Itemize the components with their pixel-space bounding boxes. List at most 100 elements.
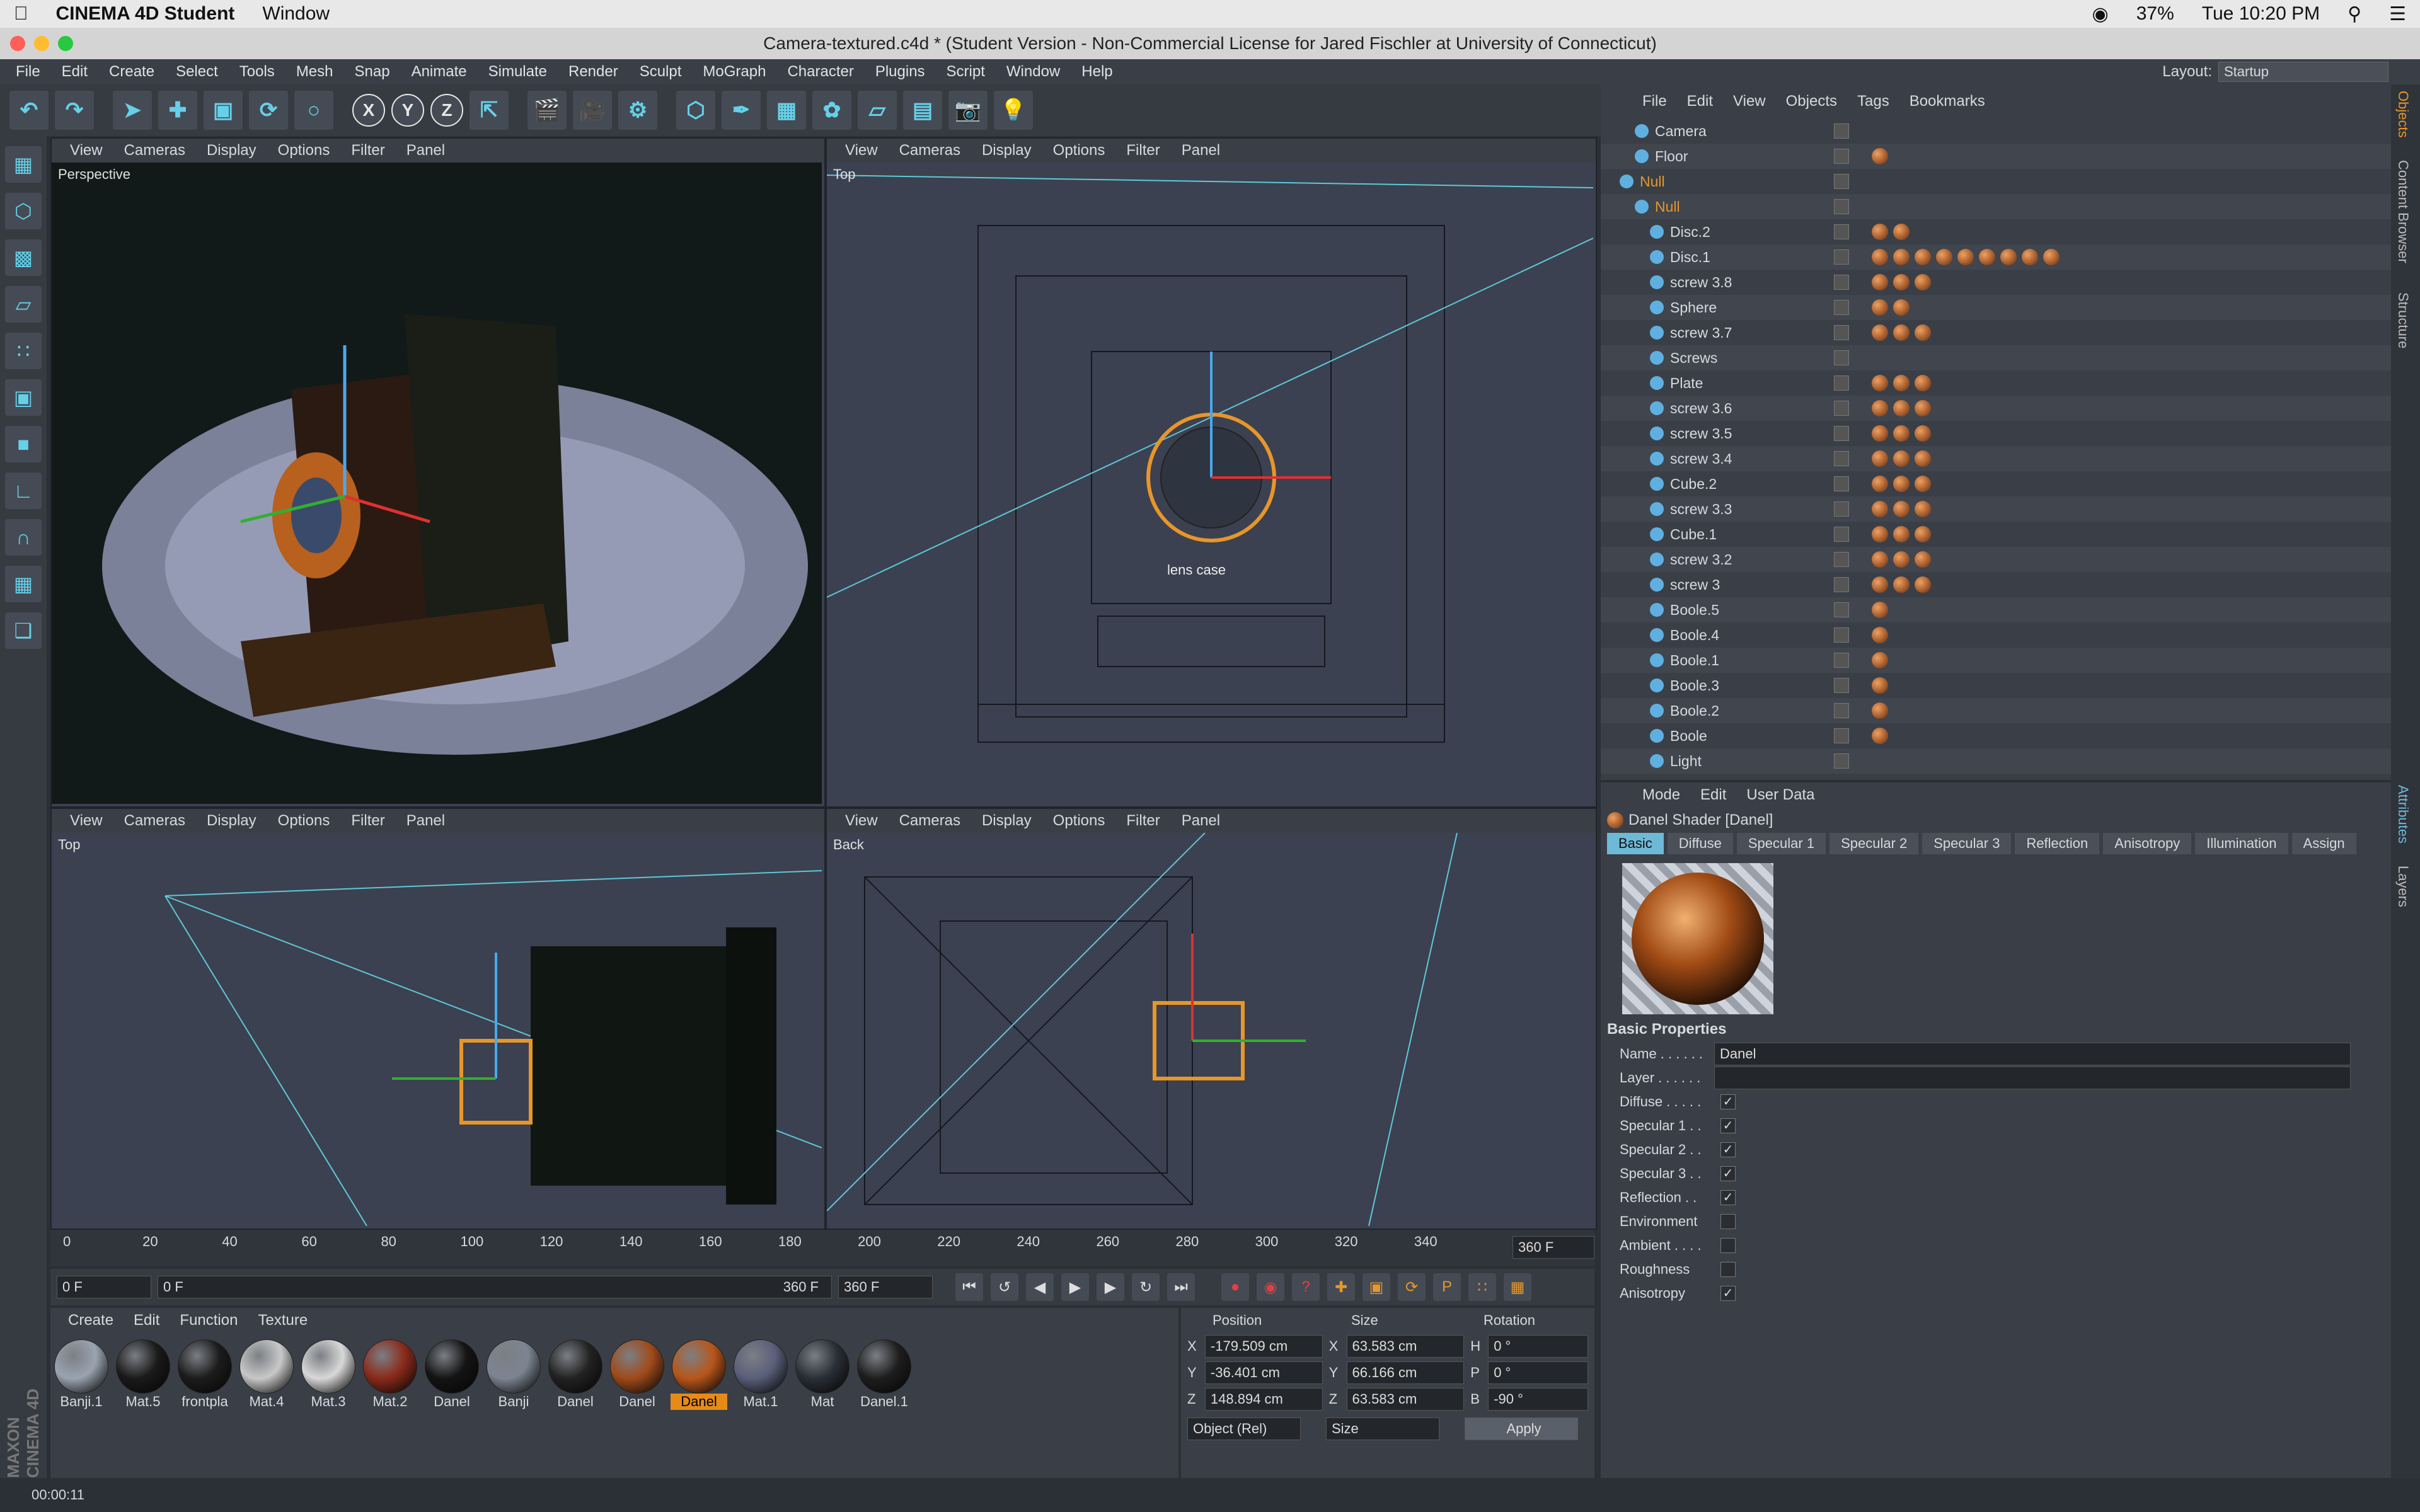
axis-y-button[interactable]: Y <box>391 94 424 127</box>
layout-select[interactable]: Startup <box>2218 62 2388 82</box>
material-tag-icon[interactable] <box>1893 324 1910 341</box>
vp-menu-display[interactable]: Display <box>196 812 267 830</box>
magnet-icon[interactable]: ∩ <box>5 519 42 556</box>
object-row[interactable]: Camera <box>1601 118 2391 144</box>
channel-checkbox[interactable]: ✓ <box>1720 1166 1736 1181</box>
menu-file[interactable]: File <box>5 63 51 81</box>
rotate-icon[interactable]: ⟳ <box>249 91 288 130</box>
coord-size-select[interactable]: Size <box>1326 1418 1439 1440</box>
object-row[interactable]: Boole.3 <box>1601 673 2391 698</box>
vp-menu-cameras[interactable]: Cameras <box>889 142 971 159</box>
obj-menu-tags[interactable]: Tags <box>1847 93 1899 110</box>
attr-tab[interactable]: Specular 2 <box>1829 833 1919 854</box>
vp-menu-panel[interactable]: Panel <box>396 812 456 830</box>
render-view-icon[interactable]: 🎬 <box>527 91 567 130</box>
material-tag-icon[interactable] <box>1872 602 1888 618</box>
mat-menu-create[interactable]: Create <box>58 1312 124 1329</box>
visibility-toggle[interactable] <box>1834 476 1849 491</box>
channel-checkbox[interactable] <box>1720 1214 1736 1229</box>
axis-mode-icon[interactable]: ∟ <box>5 472 42 509</box>
object-row[interactable]: Null <box>1601 169 2391 194</box>
cube-primitive-icon[interactable]: ⬡ <box>676 91 715 130</box>
timeline-window-icon[interactable]: ▦ <box>1504 1273 1531 1301</box>
object-row[interactable]: Disc.1 <box>1601 244 2391 270</box>
material-tag-icon[interactable] <box>1893 224 1910 240</box>
material-tag-icon[interactable] <box>2000 249 2017 265</box>
material-tag-icon[interactable] <box>1872 551 1888 568</box>
attr-menu-edit[interactable]: Edit <box>1690 786 1736 804</box>
vp-menu-filter[interactable]: Filter <box>340 812 395 830</box>
object-row[interactable]: screw 3.3 <box>1601 496 2391 522</box>
move-icon[interactable]: ✚ <box>158 91 197 130</box>
object-row[interactable]: Cube.2 <box>1601 471 2391 496</box>
menu-plugins[interactable]: Plugins <box>865 63 936 81</box>
workplane-icon[interactable]: ▱ <box>5 286 42 323</box>
visibility-toggle[interactable] <box>1834 627 1849 643</box>
menu-create[interactable]: Create <box>98 63 165 81</box>
vp-menu-panel[interactable]: Panel <box>1171 142 1231 159</box>
viewport-perspective[interactable]: View Cameras Display Options Filter Pane… <box>50 137 826 808</box>
material-item[interactable]: Mat.4 <box>238 1339 295 1410</box>
visibility-toggle[interactable] <box>1834 249 1849 265</box>
clock[interactable]: Tue 10:20 PM <box>2188 3 2334 25</box>
autokey-icon[interactable]: ◉ <box>1257 1273 1284 1301</box>
object-row[interactable]: Boole.2 <box>1601 698 2391 723</box>
menu-select[interactable]: Select <box>165 63 229 81</box>
vp-menu-options[interactable]: Options <box>1042 812 1116 830</box>
material-tag-icon[interactable] <box>1893 375 1910 391</box>
channel-checkbox[interactable] <box>1720 1238 1736 1253</box>
key-position-icon[interactable]: ✚ <box>1327 1273 1355 1301</box>
object-row[interactable]: Screws <box>1601 345 2391 370</box>
object-row[interactable]: Null <box>1601 194 2391 219</box>
go-to-start-icon[interactable]: ⏮ <box>955 1273 983 1301</box>
material-tag-icon[interactable] <box>1893 551 1910 568</box>
material-tag-icon[interactable] <box>1893 526 1910 542</box>
side-tab-layers[interactable]: Layers <box>2395 866 2411 907</box>
edges-mode-icon[interactable]: ▣ <box>5 379 42 416</box>
previous-key-icon[interactable]: ↺ <box>991 1273 1018 1301</box>
vp-menu-view[interactable]: View <box>59 812 113 830</box>
channel-checkbox[interactable] <box>1720 1262 1736 1277</box>
apply-button[interactable]: Apply <box>1465 1418 1578 1440</box>
visibility-toggle[interactable] <box>1834 501 1849 517</box>
menu-mograph[interactable]: MoGraph <box>692 63 776 81</box>
object-row[interactable]: Boole.4 <box>1601 622 2391 648</box>
object-row[interactable]: Boole.5 <box>1601 597 2391 622</box>
live-select-icon[interactable]: ○ <box>294 91 333 130</box>
coord-rot[interactable]: 0 ° <box>1488 1361 1589 1384</box>
menu-snap[interactable]: Snap <box>344 63 401 81</box>
menu-edit[interactable]: Edit <box>51 63 98 81</box>
coord-pos[interactable]: -36.401 cm <box>1204 1361 1323 1384</box>
material-item[interactable]: Mat.3 <box>300 1339 357 1410</box>
apple-icon[interactable]:  <box>0 3 42 25</box>
vp-menu-options[interactable]: Options <box>1042 142 1116 159</box>
coord-size[interactable]: 63.583 cm <box>1346 1335 1465 1358</box>
go-to-end-icon[interactable]: ⏭ <box>1167 1273 1195 1301</box>
visibility-toggle[interactable] <box>1834 174 1849 189</box>
visibility-toggle[interactable] <box>1834 300 1849 315</box>
previous-frame-icon[interactable]: ◀ <box>1026 1273 1054 1301</box>
viewport-top[interactable]: View Cameras Display Options Filter Pane… <box>826 137 1597 808</box>
object-row[interactable]: Disc.2 <box>1601 219 2391 244</box>
material-tag-icon[interactable] <box>1893 501 1910 517</box>
material-item[interactable]: frontpla <box>176 1339 233 1410</box>
material-item[interactable]: Mat.1 <box>732 1339 789 1410</box>
material-tag-icon[interactable] <box>1979 249 1995 265</box>
material-tag-icon[interactable] <box>1915 450 1931 467</box>
vp-menu-view[interactable]: View <box>834 812 889 830</box>
layer-field[interactable] <box>1714 1067 2351 1089</box>
camera-icon[interactable]: 📷 <box>948 91 988 130</box>
coord-rot[interactable]: 0 ° <box>1488 1335 1589 1358</box>
object-row[interactable]: screw 3 <box>1601 572 2391 597</box>
vp-menu-view[interactable]: View <box>834 142 889 159</box>
record-icon[interactable]: ● <box>1221 1273 1249 1301</box>
material-tag-icon[interactable] <box>1957 249 1974 265</box>
menu-window[interactable]: Window <box>996 63 1071 81</box>
battery-percent[interactable]: 37% <box>2123 3 2188 25</box>
material-item[interactable]: Mat.2 <box>362 1339 418 1410</box>
spotlight-icon[interactable]: ⚲ <box>2334 3 2375 25</box>
attr-menu-mode[interactable]: Mode <box>1632 786 1690 804</box>
vp-menu-cameras[interactable]: Cameras <box>113 812 196 830</box>
material-item[interactable]: Danel <box>671 1339 727 1410</box>
material-item[interactable]: Mat <box>794 1339 851 1410</box>
